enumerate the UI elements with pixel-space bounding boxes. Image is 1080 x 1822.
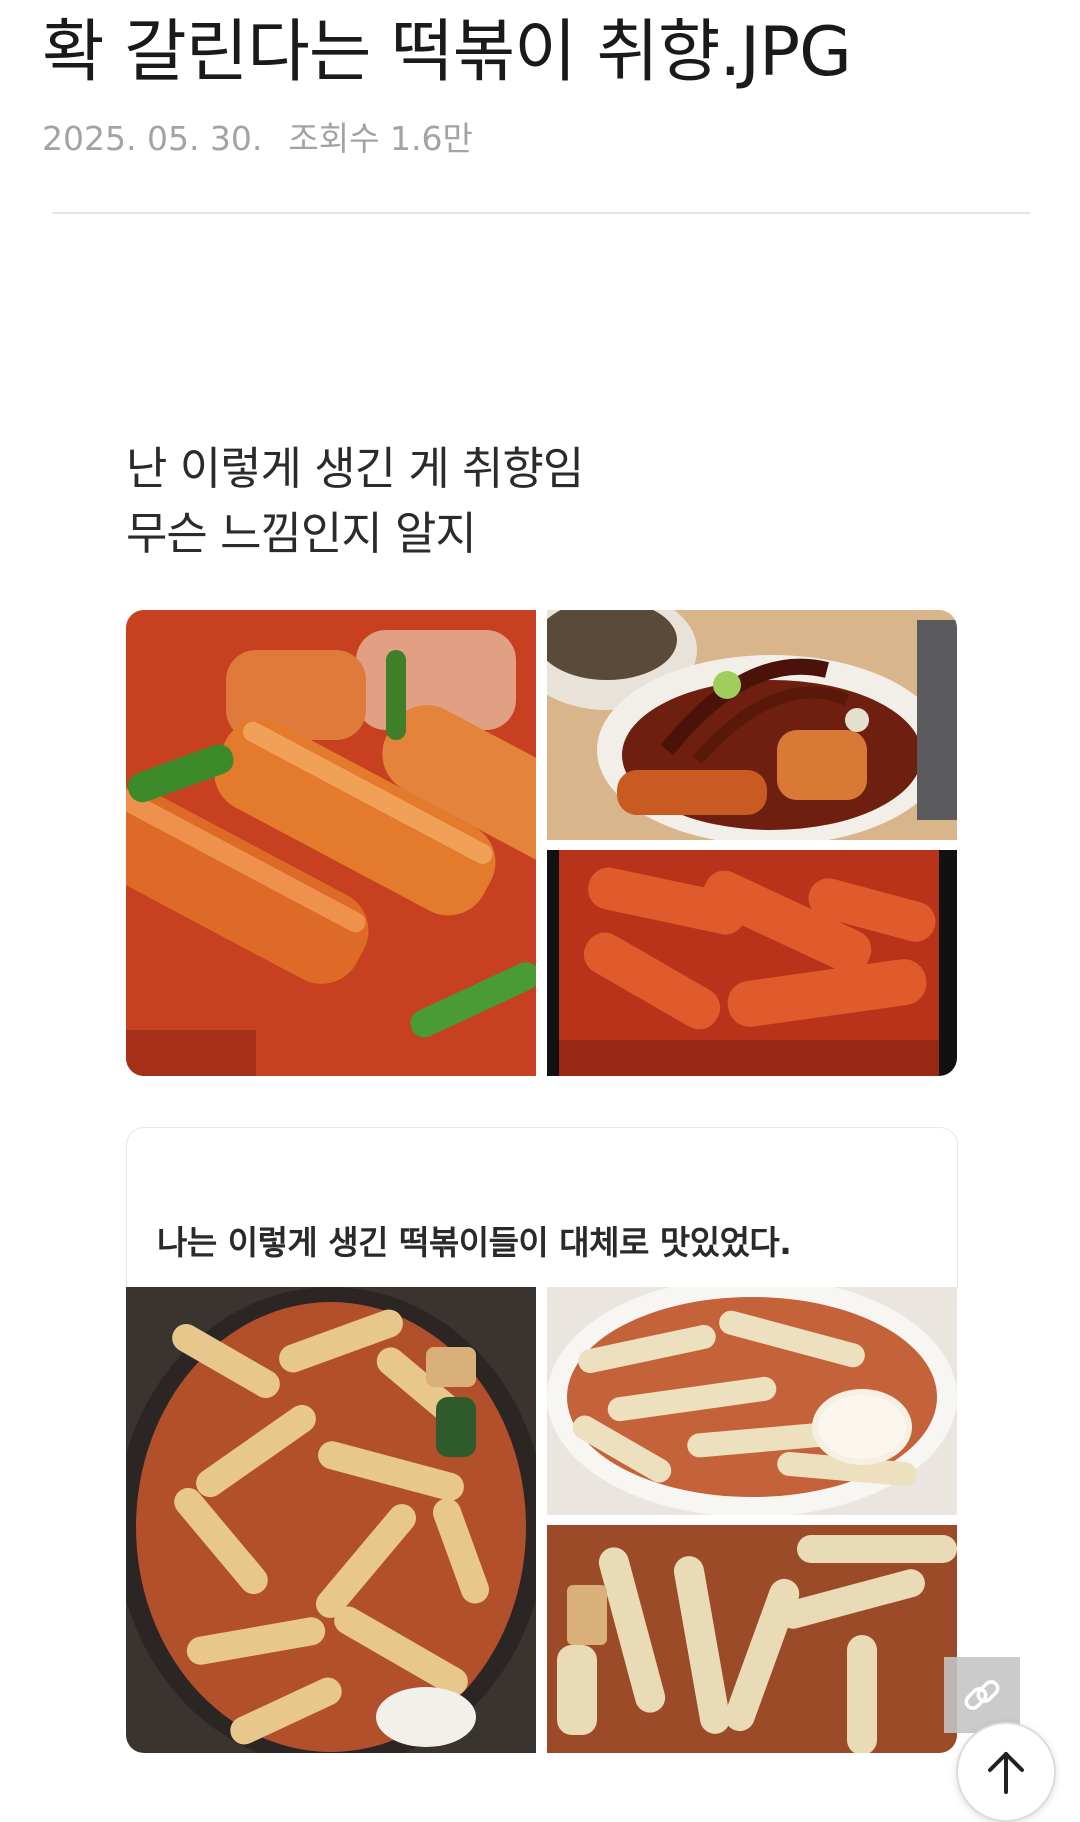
comment-card: 나는 이렇게 생긴 떡볶이들이 대체로 맛있었다. (126, 1127, 958, 1288)
divider (52, 212, 1030, 214)
arrow-up-icon (988, 1752, 1024, 1794)
view-count: 조회수 1.6만 (288, 119, 473, 158)
caption-line-1: 난 이렇게 생긴 게 취향임 (126, 442, 584, 495)
photo-red-rice-cakes-plate (547, 850, 957, 1076)
photo-thick-rice-cakes-closeup (126, 610, 536, 1076)
link-icon (964, 1680, 1000, 1710)
photo-thin-rice-cakes-pan (126, 1287, 536, 1753)
card-text: 나는 이렇게 생긴 떡볶이들이 대체로 맛있었다. (157, 1223, 792, 1262)
post-date: 2025. 05. 30. (42, 119, 263, 158)
post-meta: 2025. 05. 30. 조회수 1.6만 (42, 112, 473, 160)
photo-glossy-rice-cakes-plate (547, 610, 957, 840)
post-title: 확 갈린다는 떡볶이 취향.JPG (42, 13, 852, 92)
photo-thin-rice-cakes-soup (547, 1525, 957, 1753)
scroll-top-button[interactable] (956, 1722, 1056, 1822)
photo-thin-rice-cakes-bowl-egg (547, 1287, 957, 1515)
caption-line-2: 무슨 느낌인지 알지 (126, 507, 477, 560)
